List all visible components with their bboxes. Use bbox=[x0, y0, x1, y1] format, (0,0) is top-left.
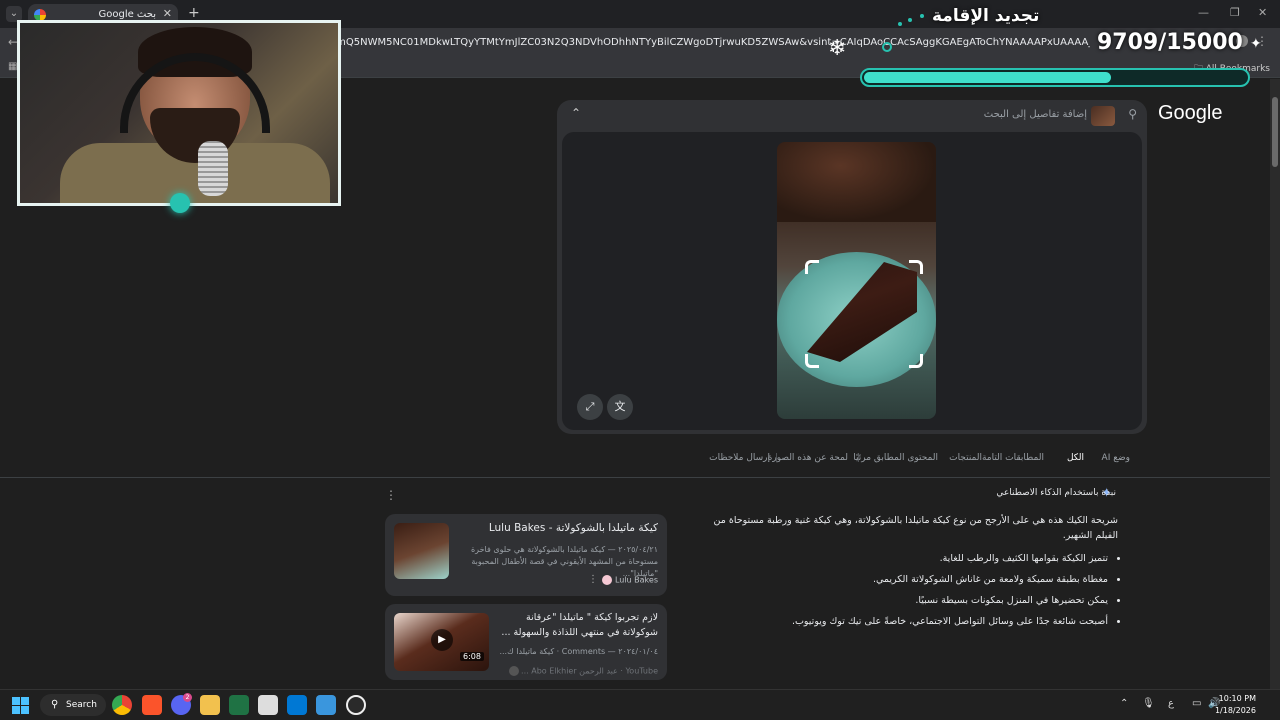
card-title[interactable]: لازم تجربوا كيكة " ماتيلدا "عرقانة شوكول… bbox=[488, 610, 658, 640]
page-scrollbar[interactable] bbox=[1270, 79, 1280, 689]
list-item: مغطاة بطبقة سميكة ولامعة من غاناش الشوكو… bbox=[700, 573, 1108, 587]
tab-exact-matches[interactable]: المطابقات التامة bbox=[982, 453, 1044, 463]
chevron-up-icon[interactable]: ⌃ bbox=[1120, 698, 1128, 709]
card-thumbnail[interactable] bbox=[394, 523, 449, 579]
goal-counter: 9709/15000 bbox=[1097, 30, 1243, 55]
decorative-dot bbox=[898, 22, 902, 26]
goal-progress-fill bbox=[864, 72, 1112, 83]
video-card[interactable]: ▶ 6:08 لازم تجربوا كيكة " ماتيلدا "عرقان… bbox=[385, 604, 667, 680]
card-title[interactable]: كيكة ماتيلدا بالشوكولاتة - Lulu Bakes bbox=[489, 522, 658, 534]
scrollbar-thumb[interactable] bbox=[1272, 97, 1278, 167]
more-options-icon[interactable]: ⋮ bbox=[588, 574, 598, 585]
crop-handle-bottom-left[interactable] bbox=[805, 354, 819, 368]
notification-badge: 2 bbox=[183, 693, 192, 702]
taskbar: ⚲ Search 2 ⌃ 🎙 ع ▭ 🔊 10:10 PM 1/18/2026 bbox=[0, 689, 1280, 720]
youtube-icon bbox=[508, 666, 519, 676]
minimize-button[interactable]: — bbox=[1198, 6, 1209, 19]
microphone-icon[interactable]: 🎙 bbox=[1142, 698, 1155, 709]
clock-time: 10:10 PM bbox=[1218, 694, 1256, 703]
tab-visual-matches[interactable]: المحتوى المطابق مرئيًا bbox=[853, 453, 938, 463]
search-icon: ⚲ bbox=[51, 699, 59, 710]
list-item: تتميز الكيكة بقوامها الكثيف والرطب للغاي… bbox=[700, 552, 1108, 566]
send-feedback-link[interactable]: إرسال ملاحظات bbox=[709, 453, 770, 463]
card-source[interactable]: Lulu Bakes bbox=[602, 575, 658, 585]
tab-about-image[interactable]: لمحة عن هذه الصورة bbox=[768, 453, 848, 463]
snowflake-icon: ❄ bbox=[828, 36, 847, 61]
more-options-icon[interactable]: ⋮ bbox=[385, 488, 397, 502]
goal-progress-bar bbox=[860, 68, 1250, 87]
screen: ⌄ بحث Google ✕ + — ❐ ✕ ← YmQ5NWM5NC01MDk… bbox=[0, 0, 1280, 720]
list-item: يمكن تحضيرها في المنزل بمكونات بسيطة نسب… bbox=[700, 594, 1108, 608]
goal-title: تجديد الإقامة bbox=[932, 6, 1040, 26]
ai-overview-list: تتميز الكيكة بقوامها الكثيف والرطب للغاي… bbox=[700, 552, 1118, 636]
query-image-thumbnail[interactable] bbox=[1091, 106, 1115, 126]
crop-handle-top-right[interactable] bbox=[909, 260, 923, 274]
taskbar-search[interactable]: ⚲ Search bbox=[40, 694, 106, 716]
start-button[interactable] bbox=[12, 697, 29, 714]
crop-handle-top-left[interactable] bbox=[805, 260, 819, 274]
site-favicon-icon bbox=[602, 575, 613, 585]
video-duration: 6:08 bbox=[460, 652, 484, 661]
cake-background bbox=[777, 142, 936, 222]
tab-products[interactable]: المنتجات bbox=[949, 453, 982, 463]
tab-ai-mode[interactable]: وضع AI bbox=[1102, 453, 1130, 463]
address-bar[interactable]: YmQ5NWM5NC01MDkwLTQyYTMtYmJlZC03N2Q3NDVh… bbox=[330, 33, 1090, 53]
network-icon[interactable]: ▭ bbox=[1192, 698, 1201, 709]
decorative-ring bbox=[882, 42, 892, 52]
new-tab-button[interactable]: + bbox=[188, 5, 200, 21]
close-window-button[interactable]: ✕ bbox=[1258, 6, 1267, 19]
ai-overview-intro: شريحة الكيك هذه هي على الأرجح من نوع كيك… bbox=[713, 515, 1118, 541]
card-snippet: ٢٠٢٤/٠١/٠٤ — Comments · كيكة ماتيلدا ك..… bbox=[499, 647, 658, 656]
cake-photo[interactable] bbox=[777, 142, 936, 419]
tab-separator: | bbox=[774, 453, 778, 463]
crop-handle-bottom-right[interactable] bbox=[909, 354, 923, 368]
language-indicator[interactable]: ع bbox=[1168, 698, 1174, 709]
clock-date: 1/18/2026 bbox=[1214, 706, 1256, 715]
app-icon[interactable] bbox=[258, 695, 278, 715]
chrome-icon[interactable] bbox=[112, 695, 132, 715]
microphone bbox=[198, 141, 228, 196]
decorative-dot bbox=[908, 18, 912, 22]
search-icon[interactable]: ⚲ bbox=[1128, 107, 1137, 121]
google-logo[interactable]: Google bbox=[1158, 102, 1223, 125]
decorative-dot bbox=[920, 14, 924, 18]
search-input[interactable]: إضافة تفاصيل إلى البحث bbox=[984, 109, 1087, 120]
tab-all[interactable]: الكل bbox=[1067, 453, 1084, 463]
source-card[interactable]: كيكة ماتيلدا بالشوكولاتة - Lulu Bakes ٢٠… bbox=[385, 514, 667, 596]
decorative-dot bbox=[170, 193, 190, 213]
app-icon[interactable] bbox=[316, 695, 336, 715]
play-icon[interactable]: ▶ bbox=[431, 629, 453, 651]
file-explorer-icon[interactable] bbox=[200, 695, 220, 715]
translate-button[interactable]: 文 bbox=[607, 394, 633, 420]
collapse-chevron-icon[interactable]: ⌃ bbox=[571, 106, 581, 120]
clock[interactable]: 10:10 PM 1/18/2026 bbox=[1215, 693, 1256, 717]
tab-close-button[interactable]: ✕ bbox=[163, 7, 172, 20]
lens-panel: ⌃ إضافة تفاصيل إلى البحث ⚲ ⤢ 文 bbox=[557, 100, 1147, 434]
fullscreen-button[interactable]: ⤢ bbox=[577, 394, 603, 420]
divider bbox=[0, 477, 1270, 478]
webcam-overlay bbox=[17, 20, 341, 206]
brave-icon[interactable] bbox=[142, 695, 162, 715]
ai-overview-header: نبذة باستخدام الذكاء الاصطناعي bbox=[996, 488, 1116, 498]
maximize-button[interactable]: ❐ bbox=[1230, 6, 1240, 19]
list-item: أصبحت شائعة جدًا على وسائل التواصل الاجت… bbox=[700, 615, 1108, 629]
excel-icon[interactable] bbox=[229, 695, 249, 715]
card-source[interactable]: YouTube · عبد الرحمن Abo Elkhier ... bbox=[508, 666, 658, 676]
result-tabs: وضع AI الكل المطابقات التامة المنتجات ال… bbox=[700, 453, 1130, 471]
obs-icon[interactable] bbox=[346, 695, 366, 715]
tab-separator: | bbox=[856, 453, 860, 463]
lens-search-bar[interactable]: ⌃ إضافة تفاصيل إلى البحث ⚲ bbox=[557, 100, 1147, 132]
sparkle-icon: ✦ bbox=[1250, 36, 1262, 52]
lens-image-viewer: ⤢ 文 bbox=[562, 132, 1142, 430]
tab-title: بحث Google bbox=[98, 9, 156, 20]
app-icon[interactable] bbox=[287, 695, 307, 715]
